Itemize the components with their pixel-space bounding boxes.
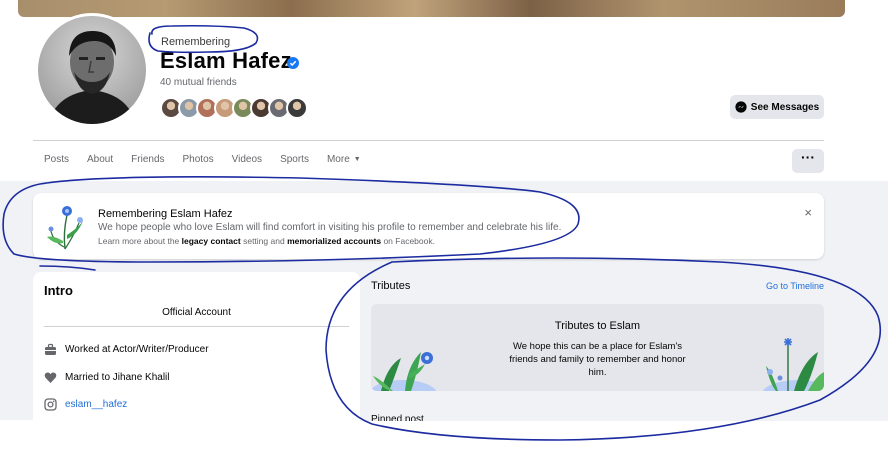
tributes-box-title: Tributes to Eslam — [554, 320, 641, 332]
go-to-timeline-link[interactable]: Go to Timeline — [766, 281, 824, 291]
intro-divider — [44, 326, 349, 327]
header-divider — [33, 140, 824, 141]
tributes-box-text: We hope this can be a place for Eslam's … — [509, 341, 686, 378]
memorial-banner: Remembering Eslam Hafez We hope people w… — [33, 193, 824, 259]
profile-page: Remembering Eslam Hafez 40 mutual friend… — [0, 0, 888, 449]
banner-message: We hope people who love Eslam will find … — [98, 222, 562, 233]
friend-avatar[interactable] — [286, 97, 308, 119]
close-icon[interactable]: × — [804, 205, 812, 220]
intro-instagram-row[interactable]: eslam__hafez — [44, 398, 127, 411]
profile-name[interactable]: Eslam Hafez — [160, 48, 292, 74]
caret-down-icon: ▼ — [353, 156, 361, 163]
briefcase-icon — [45, 343, 56, 355]
profile-avatar[interactable] — [35, 13, 149, 127]
intro-relationship-row: Married to Jihane Khalil — [44, 371, 170, 384]
tab-more-label: More — [326, 154, 350, 165]
banner-suffix: on Facebook. — [383, 236, 435, 246]
intro-work-text: Worked at Actor/Writer/Producer — [65, 344, 209, 355]
banner-mid: setting and — [243, 236, 285, 246]
flowers-illustration-icon — [47, 206, 83, 250]
flowers-left-illustration-icon — [371, 352, 437, 391]
tab-photos[interactable]: Photos — [183, 154, 214, 165]
tab-more[interactable]: More ▼ — [327, 154, 361, 165]
cover-photo[interactable] — [18, 0, 845, 17]
tributes-heading: Tributes — [371, 280, 411, 292]
intro-work-row: Worked at Actor/Writer/Producer — [44, 343, 209, 356]
intro-title: Intro — [44, 283, 73, 298]
profile-tabs: Posts About Friends Photos Videos Sports… — [44, 154, 379, 165]
tab-videos[interactable]: Videos — [232, 154, 262, 165]
tab-friends[interactable]: Friends — [131, 154, 164, 165]
tab-sports[interactable]: Sports — [280, 154, 309, 165]
heart-icon — [44, 372, 57, 383]
mutual-friend-avatars[interactable] — [160, 97, 308, 119]
legacy-contact-link[interactable]: legacy contact — [182, 236, 241, 246]
mutual-friends-count[interactable]: 40 mutual friends — [160, 77, 237, 88]
page-bottom-left — [0, 420, 360, 449]
tab-posts[interactable]: Posts — [44, 154, 69, 165]
verified-badge-icon — [287, 57, 299, 69]
remembering-label: Remembering — [161, 36, 231, 48]
banner-prefix: Learn more about the — [98, 236, 180, 246]
banner-title: Remembering Eslam Hafez — [98, 208, 233, 220]
memorialized-accounts-link[interactable]: memorialized accounts — [287, 236, 381, 246]
more-options-button[interactable]: ··· — [792, 149, 824, 173]
instagram-icon — [44, 398, 57, 411]
tributes-box: Tributes to Eslam We hope this can be a … — [371, 304, 824, 391]
tab-about[interactable]: About — [87, 154, 113, 165]
intro-card: Intro Official Account Worked at Actor/W… — [33, 272, 360, 422]
see-messages-label: See Messages — [750, 101, 820, 113]
official-account-label: Official Account — [162, 307, 231, 318]
messenger-icon — [735, 101, 747, 113]
avatar-portrait — [38, 16, 146, 124]
flowers-right-illustration-icon — [762, 338, 824, 391]
banner-learn-more: Learn more about the legacy contact sett… — [98, 236, 435, 246]
see-messages-button[interactable]: See Messages — [730, 95, 824, 119]
intro-relationship-text[interactable]: Married to Jihane Khalil — [65, 372, 170, 383]
page-bottom-right — [360, 421, 888, 449]
instagram-link[interactable]: eslam__hafez — [65, 399, 127, 410]
